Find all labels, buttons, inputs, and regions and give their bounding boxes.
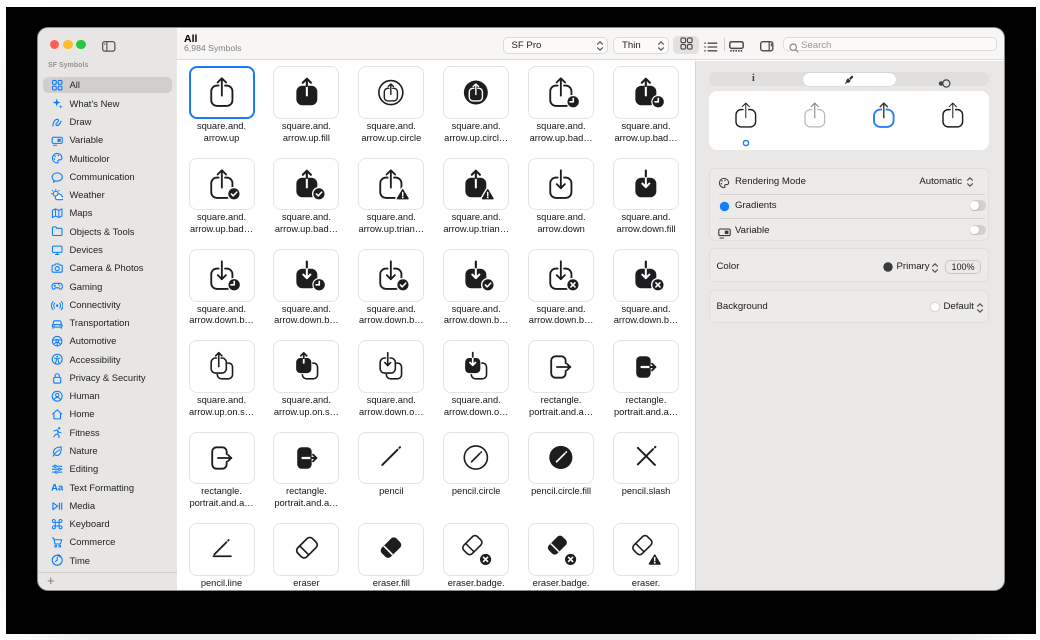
svg-text:Aa: Aa (51, 483, 63, 494)
